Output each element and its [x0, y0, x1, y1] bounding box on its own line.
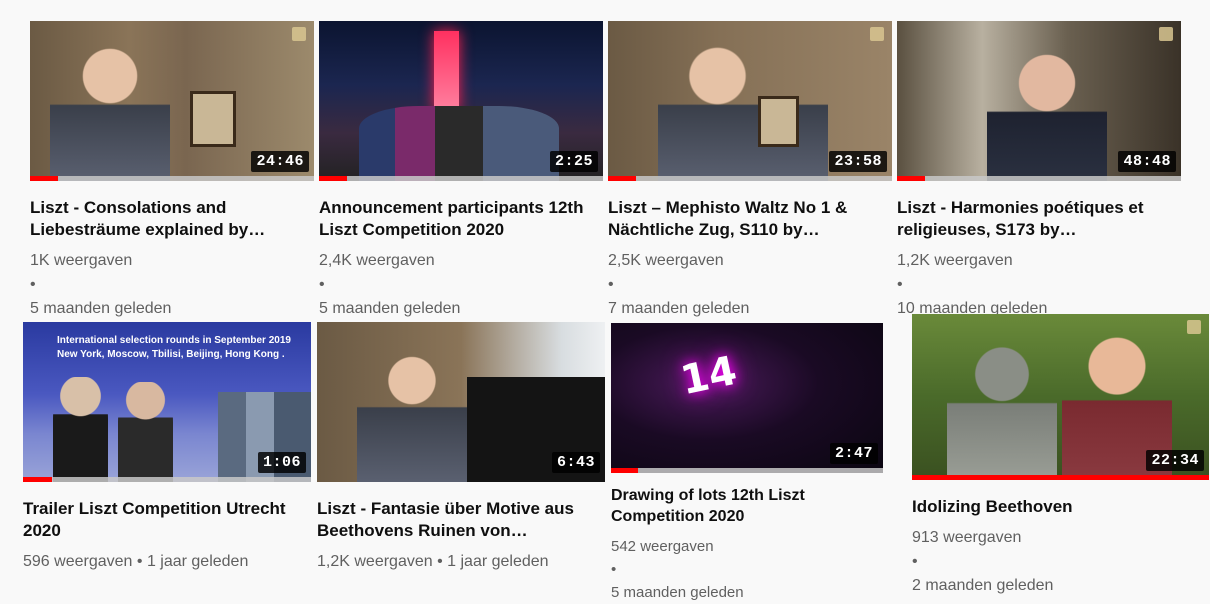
portrait-frame — [190, 91, 236, 147]
video-title[interactable]: Liszt - Fantasie über Motive aus Beethov… — [317, 498, 605, 542]
upload-age: 7 maanden geleden — [608, 300, 750, 317]
video-card[interactable]: 48:48 Liszt - Harmonies poétiques et rel… — [897, 21, 1181, 321]
channel-watermark-icon — [870, 27, 884, 41]
watch-progress-bar — [912, 475, 1209, 480]
video-thumbnail[interactable]: 14 2:47 — [611, 323, 883, 473]
video-title[interactable]: Idolizing Beethoven — [912, 496, 1209, 518]
channel-watermark-icon — [292, 27, 306, 41]
watch-progress-bar — [897, 176, 1181, 181]
video-meta: 1,2K weergaven • 1 jaar geleden — [317, 553, 549, 570]
view-count: 1K weergaven — [30, 252, 133, 269]
view-count: 596 weergaven — [23, 553, 133, 570]
channel-watermark-icon — [1159, 27, 1173, 41]
video-card[interactable]: 22:34 Idolizing Beethoven 913 weergaven … — [912, 314, 1209, 598]
watch-progress-bar — [319, 176, 603, 181]
video-duration: 23:58 — [829, 151, 887, 172]
statue — [947, 339, 1057, 480]
upload-age: 1 jaar geleden — [146, 553, 249, 570]
presenter-figure — [658, 41, 828, 181]
view-count: 913 weergaven — [912, 529, 1022, 546]
video-duration: 2:47 — [829, 443, 878, 464]
video-meta: 2,4K weergaven • 5 maanden geleden — [319, 249, 603, 321]
video-card[interactable]: 24:46 Liszt - Consolations and Liebesträ… — [30, 21, 314, 321]
video-meta: 1K weergaven • 5 maanden geleden — [30, 249, 314, 321]
video-thumbnail[interactable]: 6:43 — [317, 322, 605, 482]
video-duration: 48:48 — [1118, 151, 1176, 172]
upload-age: 5 maanden geleden — [319, 300, 461, 317]
video-title[interactable]: Announcement participants 12th Liszt Com… — [319, 197, 603, 241]
video-meta: 913 weergaven • 2 maanden geleden — [912, 526, 1209, 598]
video-meta: 596 weergaven • 1 jaar geleden — [23, 553, 249, 570]
video-thumbnail[interactable]: 23:58 — [608, 21, 892, 181]
watch-progress-bar — [30, 176, 314, 181]
thumbnail-overlay-text: International selection rounds in Septem… — [57, 335, 291, 360]
upload-age: 5 maanden geleden — [30, 300, 172, 317]
view-count: 542 weergaven — [611, 538, 714, 555]
video-title[interactable]: Trailer Liszt Competition Utrecht 2020 — [23, 498, 311, 542]
portrait-frame — [758, 96, 799, 147]
video-duration: 6:43 — [551, 452, 600, 473]
view-count: 1,2K weergaven — [317, 553, 433, 570]
video-meta: 1,2K weergaven • 10 maanden geleden — [897, 249, 1181, 321]
video-duration: 1:06 — [257, 452, 306, 473]
video-card[interactable]: International selection rounds in Septem… — [23, 322, 311, 574]
video-title[interactable]: Liszt – Mephisto Waltz No 1 & Nächtliche… — [608, 197, 892, 241]
video-duration: 22:34 — [1146, 450, 1204, 471]
composer-figure — [53, 377, 108, 482]
channel-watermark-icon — [1187, 320, 1201, 334]
view-count: 2,4K weergaven — [319, 252, 435, 269]
video-title[interactable]: Liszt - Consolations and Liebesträume ex… — [30, 197, 314, 241]
view-count: 1,2K weergaven — [897, 252, 1013, 269]
video-title[interactable]: Liszt - Harmonies poétiques et religieus… — [897, 197, 1181, 241]
video-duration: 2:25 — [549, 151, 598, 172]
upload-age: 5 maanden geleden — [611, 584, 744, 601]
video-card[interactable]: 6:43 Liszt - Fantasie über Motive aus Be… — [317, 322, 605, 574]
video-card[interactable]: 2:25 Announcement participants 12th Lisz… — [319, 21, 603, 321]
neon-sign — [434, 31, 459, 111]
composer-figure — [118, 382, 173, 482]
watch-progress-bar — [608, 176, 892, 181]
upload-age: 1 jaar geleden — [447, 553, 549, 570]
presenter-figure — [50, 41, 170, 181]
video-thumbnail[interactable]: 2:25 — [319, 21, 603, 181]
video-meta: 542 weergaven • 5 maanden geleden — [611, 535, 883, 604]
video-card[interactable]: 14 2:47 Drawing of lots 12th Liszt Compe… — [611, 323, 883, 604]
video-title[interactable]: Drawing of lots 12th Liszt Competition 2… — [611, 485, 883, 527]
watch-progress-bar — [23, 477, 311, 482]
video-card[interactable]: 23:58 Liszt – Mephisto Waltz No 1 & Näch… — [608, 21, 892, 321]
video-meta: 2,5K weergaven • 7 maanden geleden — [608, 249, 892, 321]
video-duration: 24:46 — [251, 151, 309, 172]
view-count: 2,5K weergaven — [608, 252, 724, 269]
pianist-figure — [357, 352, 467, 482]
watch-progress-bar — [611, 468, 883, 473]
upload-age: 2 maanden geleden — [912, 577, 1054, 594]
video-thumbnail[interactable]: 48:48 — [897, 21, 1181, 181]
video-thumbnail[interactable]: International selection rounds in Septem… — [23, 322, 311, 482]
video-thumbnail[interactable]: 24:46 — [30, 21, 314, 181]
group-of-people — [359, 106, 559, 181]
video-thumbnail[interactable]: 22:34 — [912, 314, 1209, 480]
presenter-figure — [987, 41, 1107, 181]
